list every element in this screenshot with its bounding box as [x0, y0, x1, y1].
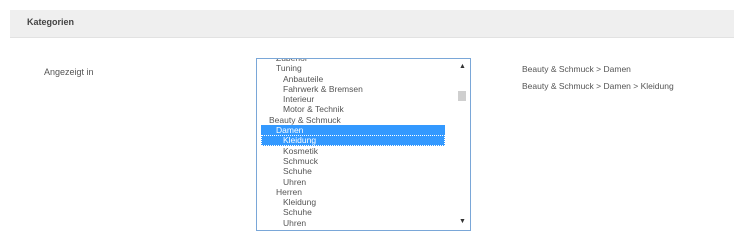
chevron-down-icon[interactable]: ▼: [455, 216, 470, 228]
category-option[interactable]: Damen: [261, 125, 445, 136]
category-list: Zubehör Tuning Anbauteile Fahrwerk & Bremse…: [257, 59, 457, 228]
category-option[interactable]: Kleidung: [261, 135, 445, 146]
category-option[interactable]: Motor & Technik: [257, 104, 457, 114]
category-option[interactable]: Interieur: [257, 94, 457, 104]
category-listbox[interactable]: Zubehör Tuning Anbauteile Fahrwerk & Bremse…: [256, 58, 471, 231]
category-option[interactable]: Anbauteile: [257, 74, 457, 84]
category-option[interactable]: Uhren: [257, 218, 457, 228]
category-option[interactable]: Schuhe: [257, 166, 457, 176]
assigned-path-item: Beauty & Schmuck > Damen > Kleidung: [522, 81, 674, 91]
assigned-category-paths: Beauty & Schmuck > Damen Beauty & Schmuck…: [522, 64, 674, 98]
category-option[interactable]: Tuning: [257, 63, 457, 73]
panel-header: Kategorien: [10, 10, 734, 38]
listbox-scrollbar[interactable]: ▲ ▼: [455, 59, 470, 230]
category-option[interactable]: Schuhe: [257, 207, 457, 217]
category-option[interactable]: Kosmetik: [257, 146, 457, 156]
category-option[interactable]: Schmuck: [257, 156, 457, 166]
displayed-in-label: Angezeigt in: [44, 67, 94, 77]
category-option[interactable]: Kleidung: [257, 197, 457, 207]
category-option[interactable]: Herren: [257, 187, 457, 197]
scroll-thumb[interactable]: [458, 91, 466, 101]
category-option[interactable]: Beauty & Schmuck: [257, 115, 457, 125]
panel-title: Kategorien: [27, 17, 75, 27]
category-option[interactable]: Fahrwerk & Bremsen: [257, 84, 457, 94]
category-option[interactable]: Uhren: [257, 177, 457, 187]
chevron-up-icon[interactable]: ▲: [455, 61, 470, 73]
assigned-path-item: Beauty & Schmuck > Damen: [522, 64, 631, 74]
